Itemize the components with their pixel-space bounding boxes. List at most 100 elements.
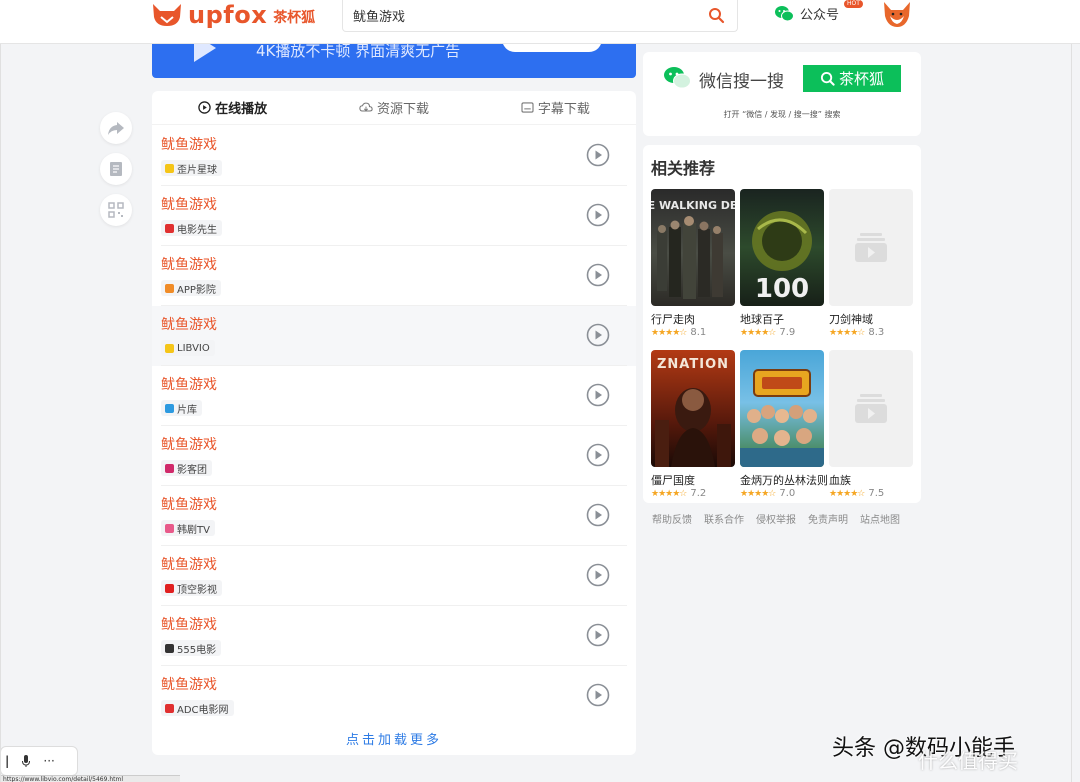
result-title[interactable]: 鱿鱼游戏 <box>161 494 217 514</box>
source-logo-icon <box>165 283 174 293</box>
wechat-label: 公众号 <box>800 8 840 23</box>
left-border <box>0 44 1 782</box>
rating-value: 7.2 <box>690 488 707 499</box>
result-title[interactable]: 鱿鱼游戏 <box>161 434 217 454</box>
movie-rating: ★★★★☆ 7.5 <box>829 488 884 499</box>
rating-stars-icon: ★★★★☆ <box>740 488 776 499</box>
play-button-icon[interactable] <box>586 323 610 347</box>
result-title[interactable]: 鱿鱼游戏 <box>161 194 217 214</box>
source-logo-icon <box>165 163 174 173</box>
result-title[interactable]: 鱿鱼游戏 <box>161 254 217 274</box>
top-bar: upfox 茶杯狐 公众号 HOT <box>0 0 1080 44</box>
play-button-icon[interactable] <box>586 143 610 167</box>
result-row[interactable]: 鱿鱼游戏 顶空影视 <box>152 546 636 606</box>
play-button-icon[interactable] <box>586 623 610 647</box>
load-more-button[interactable]: 点击加载更多 <box>152 729 636 748</box>
footer-link-contact[interactable]: 联系合作 <box>704 511 744 526</box>
poster-title: ZNATION <box>657 357 729 372</box>
wechat-search-card[interactable]: 微信搜一搜 茶杯狐 打开 “微信 / 发现 / 搜一搜” 搜索 <box>643 52 921 136</box>
footer-link-report[interactable]: 侵权举报 <box>756 511 796 526</box>
tab-label: 字幕下载 <box>537 102 590 117</box>
tab-bar: 在线播放 资源下载 字幕下载 <box>152 91 636 125</box>
source-name: 电影先生 <box>177 224 217 236</box>
play-button-icon[interactable] <box>586 263 610 287</box>
result-row[interactable]: 鱿鱼游戏 影客团 <box>152 426 636 486</box>
result-title[interactable]: 鱿鱼游戏 <box>161 134 217 154</box>
poster-title: 100 <box>755 274 809 304</box>
rating-value: 8.1 <box>690 327 707 338</box>
more-icon[interactable]: ··· <box>43 754 54 768</box>
footer-link-feedback[interactable]: 帮助反馈 <box>652 511 692 526</box>
avatar[interactable] <box>882 0 912 28</box>
rating-stars-icon: ★★★★☆ <box>651 488 687 499</box>
poster-placeholder[interactable] <box>829 189 913 306</box>
poster-walking-dead[interactable]: THE WALKING DEAD <box>651 189 735 306</box>
report-button[interactable] <box>100 153 132 185</box>
wechat-official-account-link[interactable]: 公众号 <box>774 4 839 23</box>
movie-name[interactable]: 行尸走肉 <box>651 311 695 327</box>
tab-online-play[interactable]: 在线播放 <box>152 98 313 117</box>
movie-rating: ★★★★☆ 7.9 <box>740 327 795 338</box>
poster-z-nation[interactable]: ZNATION <box>651 350 735 467</box>
wechat-search-button[interactable]: 茶杯狐 <box>803 65 901 92</box>
rating-stars-icon: ★★★★☆ <box>651 327 687 338</box>
footer-link-sitemap[interactable]: 站点地图 <box>860 511 900 526</box>
wechat-search-title: 微信搜一搜 <box>699 72 784 92</box>
result-row[interactable]: 鱿鱼游戏电影先生 <box>152 186 636 246</box>
result-title[interactable]: 鱿鱼游戏 <box>161 314 217 334</box>
search-box <box>342 0 738 32</box>
result-row[interactable]: 鱿鱼游戏 歪片星球 <box>152 126 636 186</box>
play-button-icon[interactable] <box>586 563 610 587</box>
play-button-icon[interactable] <box>586 383 610 407</box>
source-name: LIBVIO <box>177 342 210 354</box>
qrcode-button[interactable] <box>100 194 132 226</box>
share-button[interactable] <box>100 112 132 144</box>
result-row[interactable]: 鱿鱼游戏 555电影 <box>152 606 636 666</box>
result-row[interactable]: 鱿鱼游戏 LIBVIO <box>152 306 636 366</box>
search-icon[interactable] <box>707 6 727 26</box>
play-button-icon[interactable] <box>586 683 610 707</box>
result-row[interactable]: 鱿鱼游戏 片库 <box>152 366 636 426</box>
logo-text: upfox <box>188 1 268 29</box>
movie-name[interactable]: 血族 <box>829 472 851 488</box>
play-button-icon[interactable] <box>586 443 610 467</box>
source-badge: 歪片星球 <box>161 160 222 176</box>
watermark-secondary: 什么值得买 <box>918 749 1018 773</box>
movie-name[interactable]: 刀剑神域 <box>829 311 873 327</box>
play-button-icon[interactable] <box>586 503 610 527</box>
source-name: 影客团 <box>177 464 207 476</box>
result-row[interactable]: 鱿鱼游戏 ADC电影网 <box>152 666 636 726</box>
movie-name[interactable]: 地球百子 <box>740 311 784 327</box>
play-button-icon[interactable] <box>586 203 610 227</box>
promo-banner[interactable]: 4K播放不卡顿 界面清爽无广告 <box>152 44 636 78</box>
poster-the-100[interactable]: 100 <box>740 189 824 306</box>
tab-subtitle-download[interactable]: 字幕下载 <box>475 98 636 117</box>
poster-art: 100 <box>752 211 812 304</box>
banner-button[interactable] <box>502 44 602 52</box>
source-badge: 片库 <box>161 400 202 416</box>
rating-value: 7.9 <box>779 327 796 338</box>
result-row[interactable]: 鱿鱼游戏韩剧TV <box>152 486 636 546</box>
video-placeholder-icon <box>855 233 887 262</box>
poster-jungle[interactable] <box>740 350 824 467</box>
result-title[interactable]: 鱿鱼游戏 <box>161 614 217 634</box>
cursor-bar-icon[interactable]: | <box>5 754 9 768</box>
tab-resource-download[interactable]: 资源下载 <box>313 98 474 117</box>
microphone-icon[interactable] <box>21 754 31 768</box>
source-name: 韩剧TV <box>177 524 210 536</box>
source-logo-icon <box>165 223 174 233</box>
result-title[interactable]: 鱿鱼游戏 <box>161 674 217 694</box>
poster-placeholder[interactable] <box>829 350 913 467</box>
result-title[interactable]: 鱿鱼游戏 <box>161 374 217 394</box>
site-logo[interactable]: upfox 茶杯狐 <box>150 0 315 30</box>
source-name: ADC电影网 <box>177 704 229 716</box>
footer-link-disclaimer[interactable]: 免责声明 <box>808 511 848 526</box>
result-row[interactable]: 鱿鱼游戏 APP影院 <box>152 246 636 306</box>
subtitle-icon <box>521 102 534 113</box>
status-bar-url: https://www.libvio.com/detail/5469.html <box>0 775 180 782</box>
source-name: 555电影 <box>177 644 217 656</box>
search-input[interactable] <box>353 8 707 23</box>
movie-name[interactable]: 金炳万的丛林法则 <box>740 472 828 488</box>
result-title[interactable]: 鱿鱼游戏 <box>161 554 217 574</box>
movie-name[interactable]: 僵尸国度 <box>651 472 695 488</box>
